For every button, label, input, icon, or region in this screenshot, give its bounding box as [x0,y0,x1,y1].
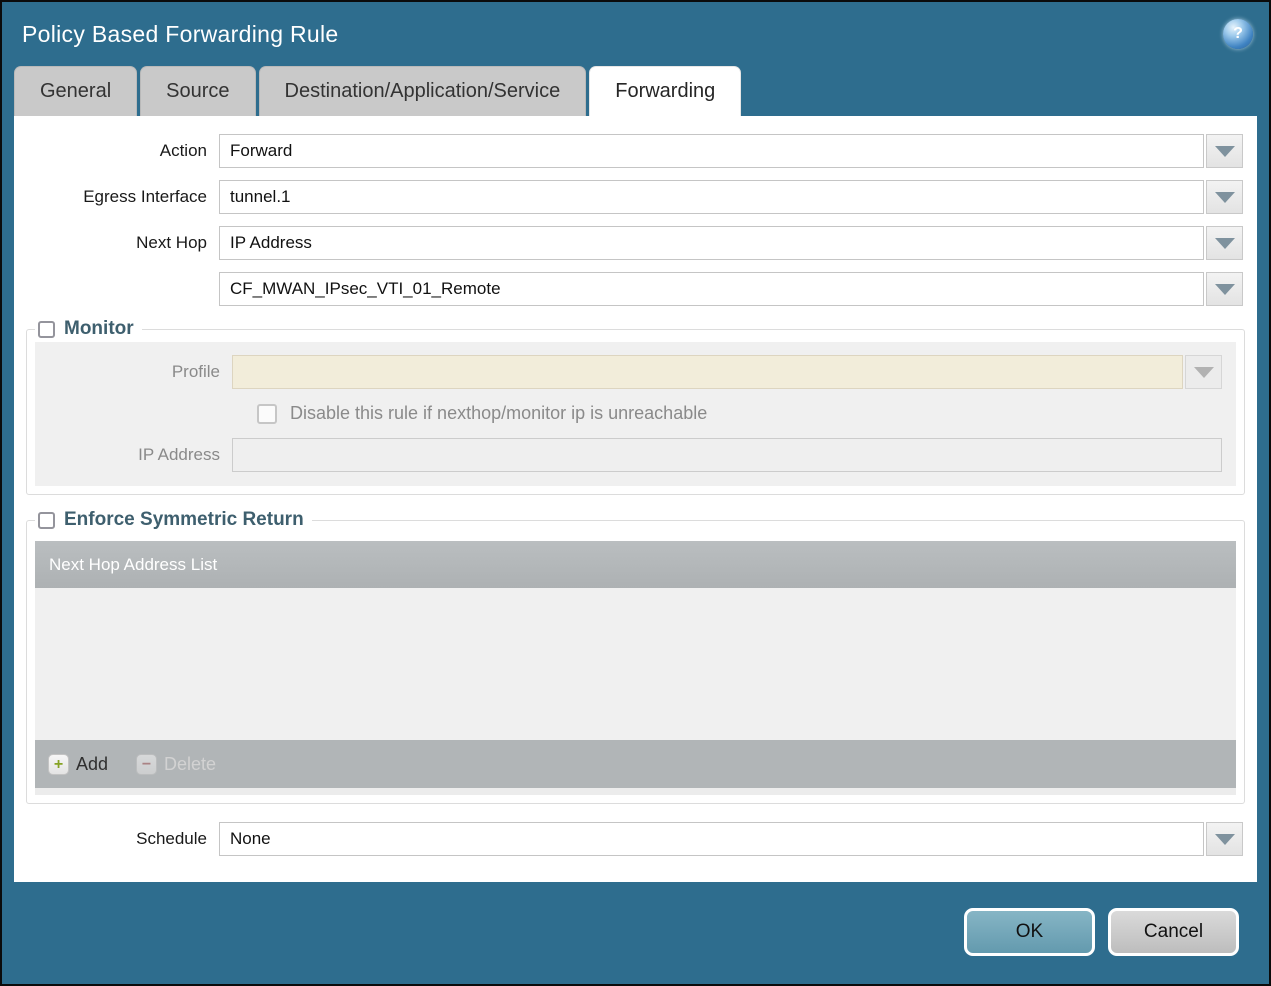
symmetric-return-legend: Enforce Symmetric Return [35,509,312,531]
disable-rule-row: Disable this rule if nexthop/monitor ip … [257,403,1236,424]
table-bottom-strip [35,788,1236,795]
tab-source[interactable]: Source [140,66,256,116]
monitor-ip-address-row: IP Address [35,438,1222,472]
forwarding-tab-panel: Action Egress Interface Next Hop [14,116,1257,882]
monitor-ip-address-input[interactable] [232,438,1222,472]
action-label: Action [159,141,207,160]
cancel-button[interactable]: Cancel [1108,908,1239,956]
profile-label: Profile [171,362,220,381]
minus-icon: − [136,753,158,775]
symmetric-return-legend-label: Enforce Symmetric Return [64,509,304,530]
monitor-checkbox[interactable] [38,320,55,338]
egress-interface-row: Egress Interface [14,180,1243,214]
action-input[interactable] [219,134,1204,168]
schedule-label: Schedule [136,829,207,848]
symmetric-return-checkbox[interactable] [38,511,55,529]
next-hop-address-row [14,272,1243,306]
table-footer: + Add − Delete [35,740,1236,788]
add-button-label: Add [76,753,109,774]
footer-bar: OK Cancel [2,882,1269,982]
table-header-next-hop-address-list: Next Hop Address List [35,541,1236,588]
disable-rule-label: Disable this rule if nexthop/monitor ip … [290,403,708,423]
chevron-down-icon [1214,237,1235,249]
profile-dropdown-button[interactable] [1185,355,1222,389]
plus-icon: + [48,753,69,775]
monitor-legend: Monitor [35,318,142,340]
profile-input[interactable] [232,355,1183,389]
next-hop-type-dropdown-button[interactable] [1206,226,1243,260]
action-row: Action [14,134,1243,168]
ok-button[interactable]: OK [964,908,1095,956]
tab-forwarding[interactable]: Forwarding [589,66,742,116]
profile-row: Profile [35,355,1222,389]
monitor-ip-address-label: IP Address [138,445,220,464]
schedule-row: Schedule [14,822,1243,856]
chevron-down-icon [1214,145,1235,157]
egress-interface-dropdown-button[interactable] [1206,180,1243,214]
egress-interface-input[interactable] [219,180,1204,214]
disable-rule-checkbox[interactable] [257,403,277,424]
tab-general[interactable]: General [14,66,138,116]
delete-button[interactable]: − Delete [136,753,217,775]
monitor-legend-label: Monitor [64,318,134,339]
monitor-disabled-area: Profile Disable this rule if nexthop/mon… [35,342,1236,486]
tab-destination-application-service[interactable]: Destination/Application/Service [258,66,587,116]
symmetric-return-group: Enforce Symmetric Return Next Hop Addres… [26,509,1245,804]
chevron-down-icon [1214,191,1235,203]
action-dropdown-button[interactable] [1206,134,1243,168]
monitor-group: Monitor Profile Disable this rule if nex… [26,318,1245,495]
chevron-down-icon [1193,366,1214,378]
next-hop-type-input[interactable] [219,226,1204,260]
add-button[interactable]: + Add [48,753,109,775]
title-bar: Policy Based Forwarding Rule ? [2,2,1269,66]
next-hop-address-list-table: Next Hop Address List + Add − Delete [35,541,1236,795]
next-hop-address-input[interactable] [219,272,1204,306]
schedule-input[interactable] [219,822,1204,856]
page-title: Policy Based Forwarding Rule [22,20,339,47]
chevron-down-icon [1214,283,1235,295]
tab-bar: General Source Destination/Application/S… [2,66,1269,116]
schedule-dropdown-button[interactable] [1206,822,1243,856]
delete-button-label: Delete [164,753,217,774]
policy-based-forwarding-rule-dialog: Policy Based Forwarding Rule ? General S… [0,0,1271,986]
egress-interface-label: Egress Interface [83,187,207,206]
next-hop-address-dropdown-button[interactable] [1206,272,1243,306]
next-hop-label: Next Hop [136,233,207,252]
next-hop-row: Next Hop [14,226,1243,260]
table-body-empty[interactable] [35,588,1236,740]
chevron-down-icon [1214,833,1235,845]
help-icon[interactable]: ? [1223,19,1253,49]
